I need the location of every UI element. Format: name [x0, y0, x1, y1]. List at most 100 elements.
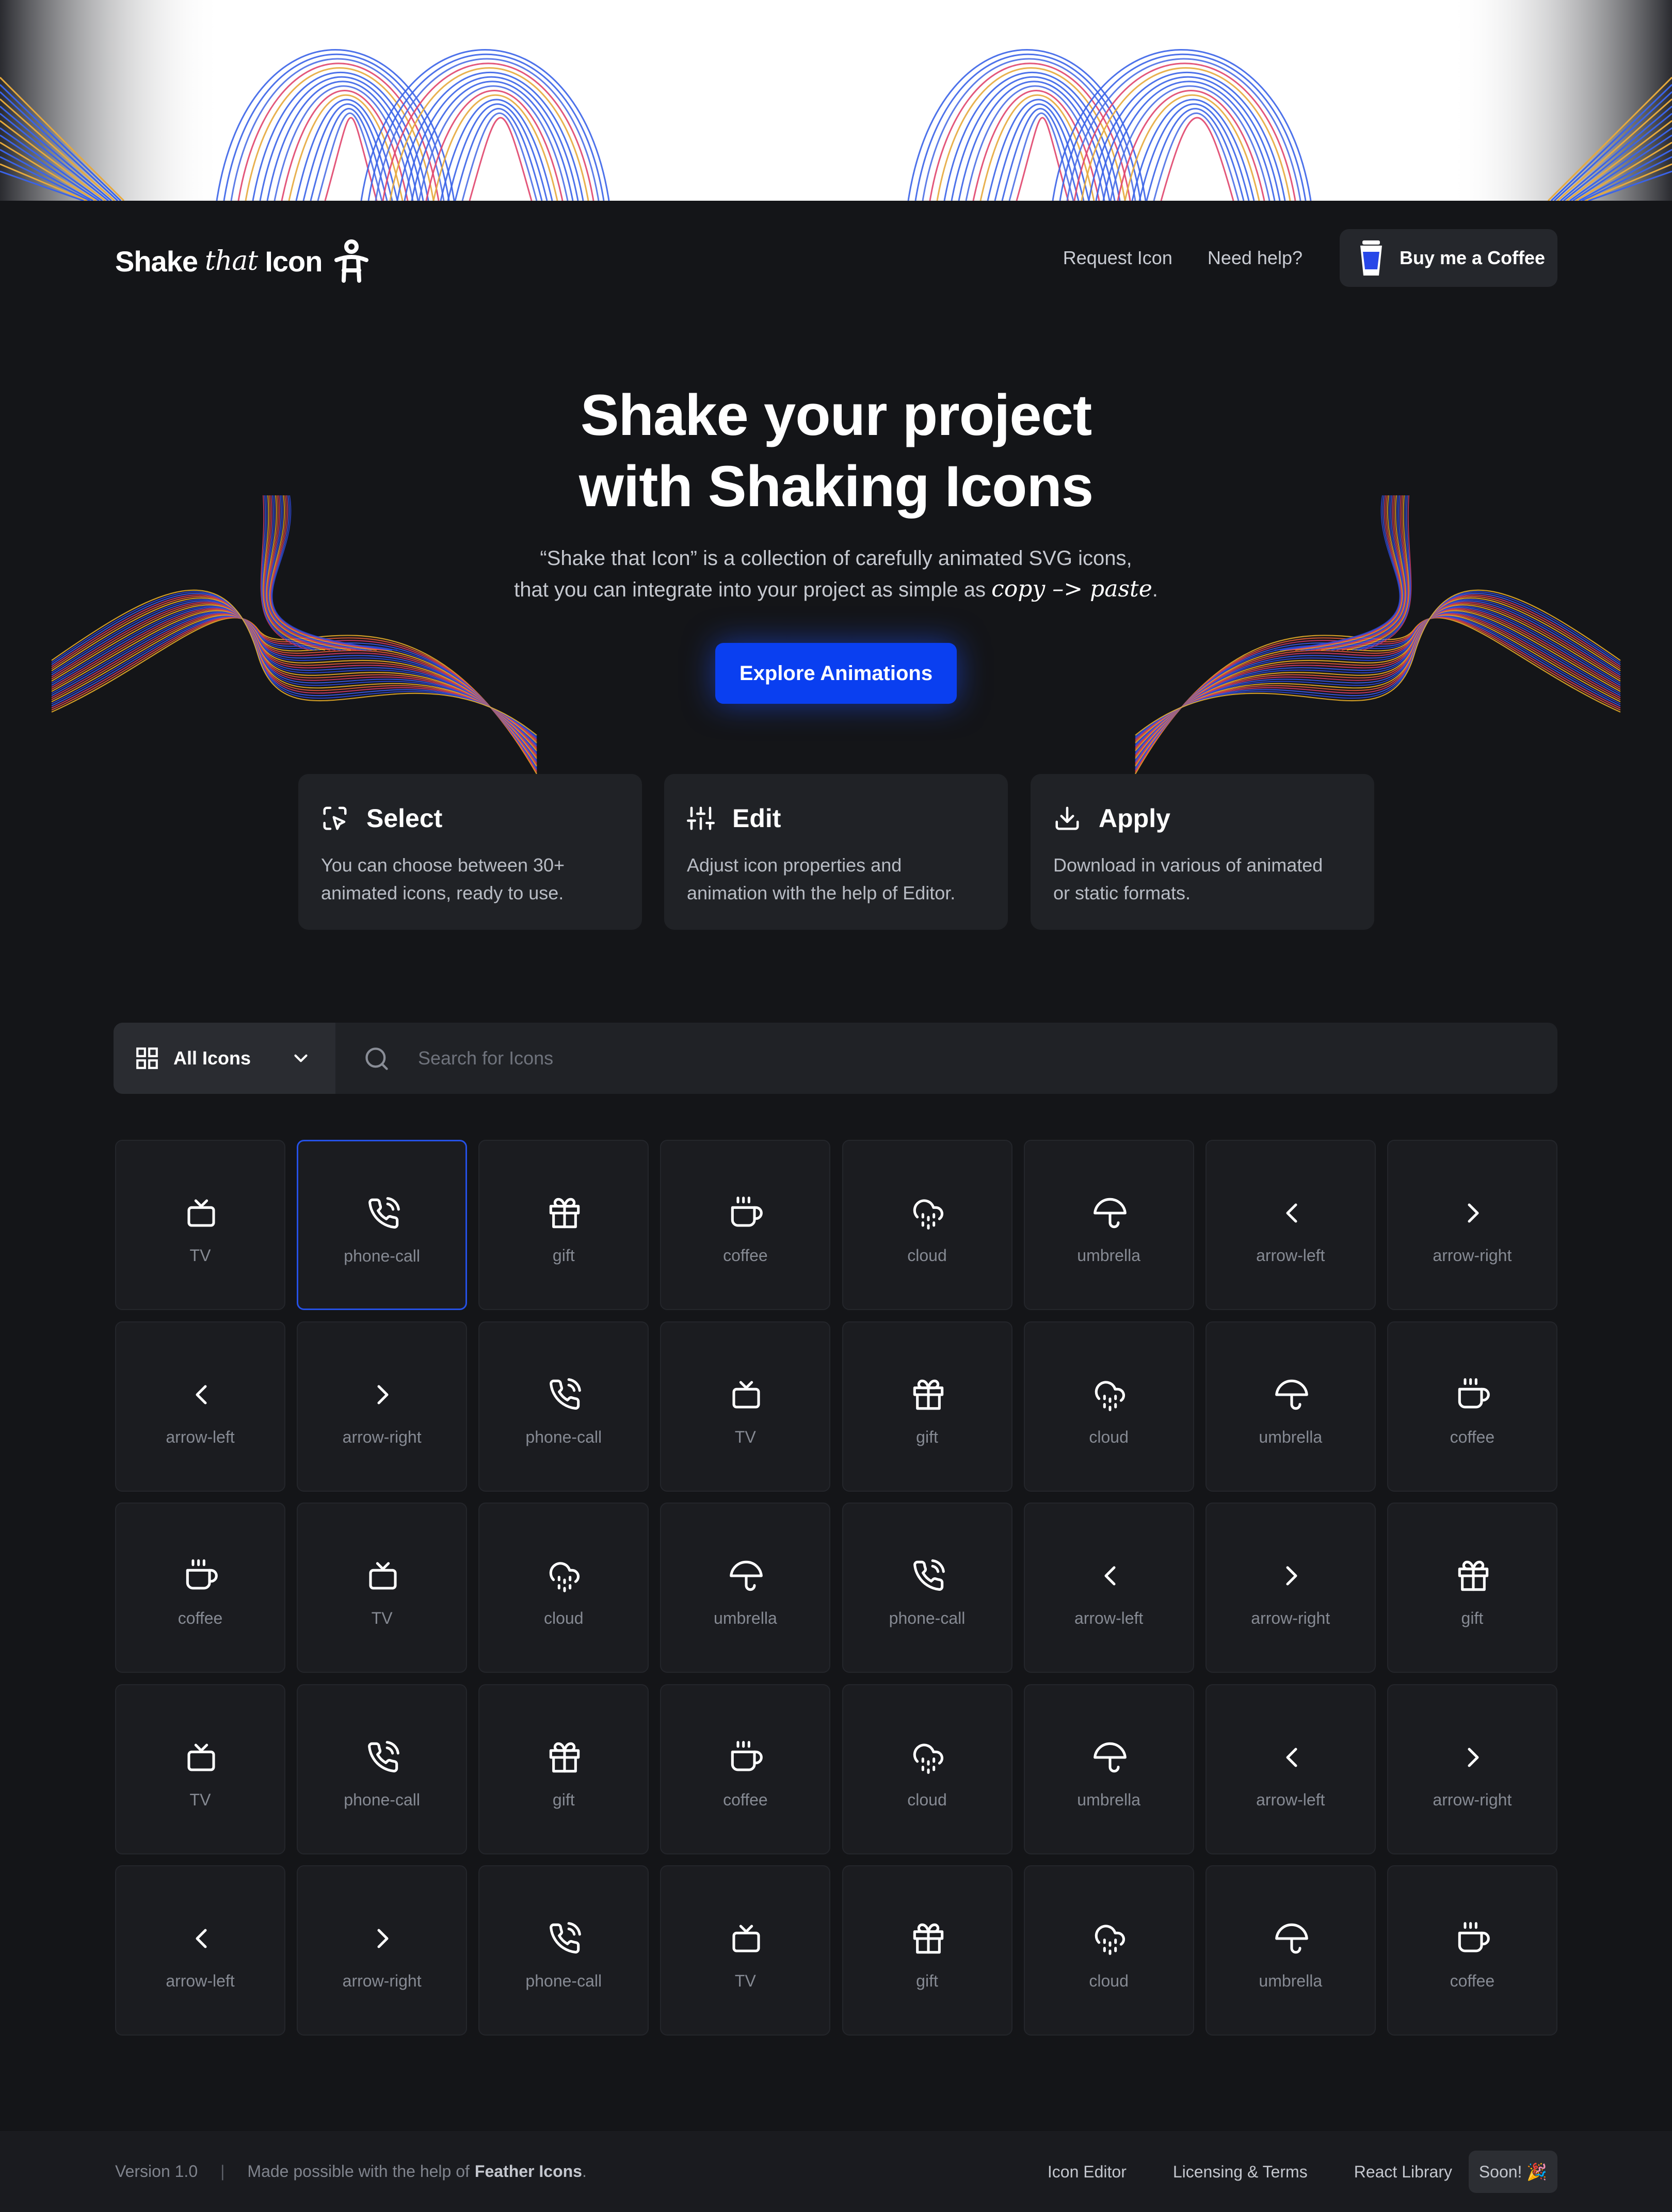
icon-tile-cloud[interactable]: cloud: [842, 1140, 1012, 1310]
feature-apply-line1: Download in various of animated: [1053, 854, 1323, 876]
icon-tile-label: TV: [189, 1790, 211, 1809]
decorative-header-band: [0, 0, 1672, 201]
gift-icon: [550, 1742, 580, 1772]
icon-tile-phone-call[interactable]: phone-call: [478, 1865, 649, 2036]
icon-tile-phone-call[interactable]: phone-call: [478, 1321, 649, 1492]
feature-select-description: You can choose between 30+ animated icon…: [321, 851, 619, 907]
icon-tile-gift[interactable]: gift: [478, 1140, 649, 1310]
icon-tile-arrow-right[interactable]: arrow-right: [1205, 1503, 1376, 1673]
feature-edit-line2: animation with the help of Editor.: [687, 882, 956, 903]
icon-tile-label: arrow-left: [1256, 1790, 1325, 1809]
category-filter-dropdown[interactable]: All Icons: [114, 1023, 335, 1094]
coffee-icon: [731, 1197, 763, 1227]
feature-card-select: Select You can choose between 30+ animat…: [298, 774, 642, 930]
icon-tile-umbrella[interactable]: umbrella: [660, 1503, 831, 1673]
feature-select-title: Select: [366, 804, 443, 833]
licensing-terms-link[interactable]: Licensing & Terms: [1173, 2162, 1308, 2182]
explore-animations-button[interactable]: Explore Animations: [715, 643, 957, 704]
icon-tile-phone-call[interactable]: phone-call: [297, 1684, 468, 1854]
icon-tile-gift[interactable]: gift: [478, 1684, 649, 1854]
feature-select-line1: You can choose between 30+: [321, 854, 565, 876]
icon-tile-gift[interactable]: gift: [1387, 1503, 1557, 1673]
cloud-icon: [913, 1199, 943, 1230]
buy-coffee-button[interactable]: Buy me a Coffee: [1340, 229, 1557, 287]
tv-icon: [187, 1743, 215, 1771]
icon-tile-label: arrow-left: [166, 1972, 235, 1990]
icon-tile-label: gift: [552, 1790, 575, 1809]
icon-tile-tv[interactable]: TV: [660, 1865, 831, 2036]
icon-tile-umbrella[interactable]: umbrella: [1023, 1140, 1194, 1310]
umbrella-icon: [1275, 1379, 1308, 1410]
icon-tile-label: gift: [916, 1427, 938, 1446]
icon-tile-cloud[interactable]: cloud: [478, 1503, 649, 1673]
icon-tile-cloud[interactable]: cloud: [1023, 1321, 1194, 1492]
react-library-link[interactable]: React Library: [1354, 2162, 1452, 2182]
icon-tile-label: umbrella: [1077, 1246, 1140, 1265]
feather-icons-link[interactable]: Feather Icons: [475, 2162, 582, 2181]
icon-tile-arrow-right[interactable]: arrow-right: [1387, 1140, 1557, 1310]
icon-tile-arrow-left[interactable]: arrow-left: [115, 1321, 285, 1492]
icon-tile-tv[interactable]: TV: [660, 1321, 831, 1492]
logo[interactable]: Shake that Icon: [115, 239, 369, 283]
swirl-decoration-right: [1135, 495, 1621, 774]
icon-tile-gift[interactable]: gift: [842, 1321, 1012, 1492]
icon-tile-coffee[interactable]: coffee: [1387, 1321, 1557, 1492]
site-footer: Version 1.0 | Made possible with the hel…: [0, 2131, 1672, 2212]
request-icon-link[interactable]: Request Icon: [1063, 247, 1172, 269]
hero-title-line1: Shake your project: [580, 383, 1092, 447]
icon-tile-label: umbrella: [1077, 1790, 1140, 1809]
logo-word-icon: Icon: [265, 245, 323, 278]
need-help-link[interactable]: Need help?: [1208, 247, 1303, 269]
icon-tile-arrow-left[interactable]: arrow-left: [115, 1865, 285, 2036]
tv-icon: [187, 1199, 215, 1227]
icon-tile-arrow-left[interactable]: arrow-left: [1023, 1503, 1194, 1673]
icon-tile-coffee[interactable]: coffee: [660, 1684, 831, 1854]
coffee-icon: [186, 1559, 218, 1590]
hero-subtitle-line2: that you can integrate into your project…: [514, 578, 986, 601]
icon-tile-tv[interactable]: TV: [115, 1684, 285, 1854]
cloud-icon: [913, 1743, 943, 1774]
cloud-icon: [1095, 1380, 1125, 1411]
feature-card-edit: Edit Adjust icon properties and animatio…: [664, 774, 1008, 930]
feature-edit-description: Adjust icon properties and animation wit…: [687, 851, 985, 907]
icon-tile-phone-call[interactable]: phone-call: [842, 1503, 1012, 1673]
icon-tile-coffee[interactable]: coffee: [660, 1140, 831, 1310]
phone-call-icon: [550, 1378, 582, 1410]
icon-tile-phone-call[interactable]: phone-call: [297, 1140, 468, 1310]
icon-tile-cloud[interactable]: cloud: [1023, 1865, 1194, 2036]
icon-tile-arrow-right[interactable]: arrow-right: [297, 1865, 468, 2036]
icon-tile-label: cloud: [907, 1246, 947, 1265]
footer-links: Icon Editor Licensing & Terms React Libr…: [1048, 2151, 1557, 2193]
icon-tile-label: coffee: [178, 1609, 223, 1627]
icon-tile-umbrella[interactable]: umbrella: [1023, 1684, 1194, 1854]
gift-icon: [1458, 1560, 1489, 1591]
arc-lines-illustration: [0, 0, 1672, 201]
icon-tile-label: umbrella: [714, 1609, 777, 1627]
icon-tile-tv[interactable]: TV: [297, 1503, 468, 1673]
search-input[interactable]: [418, 1040, 1502, 1076]
icon-tile-arrow-left[interactable]: arrow-left: [1205, 1684, 1376, 1854]
icon-tile-label: umbrella: [1259, 1427, 1323, 1446]
icon-tile-arrow-left[interactable]: arrow-left: [1205, 1140, 1376, 1310]
icon-tile-label: gift: [916, 1972, 938, 1990]
icon-tile-label: phone-call: [344, 1790, 420, 1809]
buy-coffee-label: Buy me a Coffee: [1400, 247, 1546, 268]
icon-editor-link[interactable]: Icon Editor: [1048, 2162, 1127, 2182]
icon-tile-coffee[interactable]: coffee: [115, 1503, 285, 1673]
icon-tile-label: arrow-left: [1074, 1609, 1144, 1627]
icon-tile-tv[interactable]: TV: [115, 1140, 285, 1310]
icon-tile-gift[interactable]: gift: [842, 1865, 1012, 2036]
umbrella-icon: [730, 1560, 763, 1591]
icon-tile-coffee[interactable]: coffee: [1387, 1865, 1557, 2036]
icon-tile-cloud[interactable]: cloud: [842, 1684, 1012, 1854]
icon-tile-umbrella[interactable]: umbrella: [1205, 1865, 1376, 2036]
soon-badge: Soon! 🎉: [1469, 2151, 1557, 2193]
phone-call-icon: [913, 1559, 945, 1591]
icon-tile-umbrella[interactable]: umbrella: [1205, 1321, 1376, 1492]
icon-tile-arrow-right[interactable]: arrow-right: [297, 1321, 468, 1492]
icon-tile-arrow-right[interactable]: arrow-right: [1387, 1684, 1557, 1854]
arrow-left-icon: [1286, 1203, 1297, 1223]
select-cursor-icon: [323, 806, 347, 830]
icon-tile-label: cloud: [544, 1609, 584, 1627]
icon-tile-label: arrow-right: [342, 1427, 422, 1446]
